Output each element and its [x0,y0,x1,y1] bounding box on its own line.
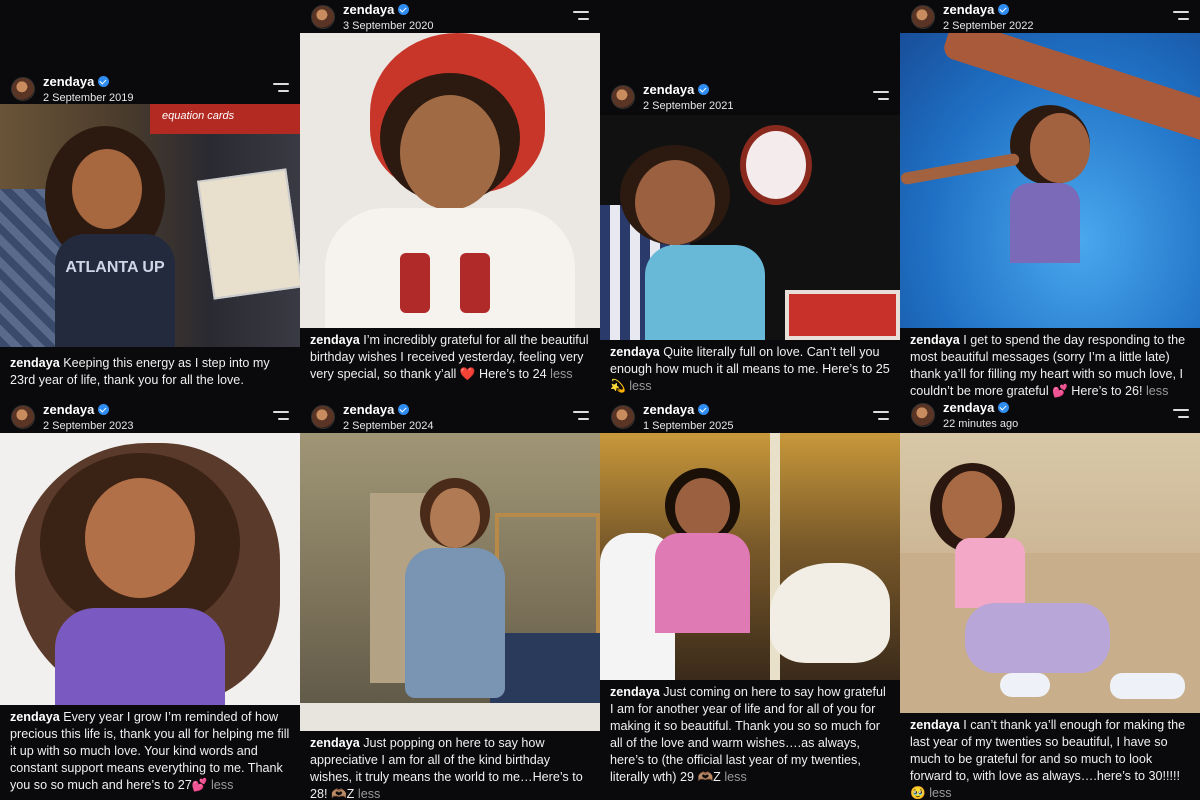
post-caption: zendaya I get to spend the day respondin… [910,333,1186,398]
post-2023: zendaya 2 September 2023 zendaya Every y… [0,400,300,800]
post-photo[interactable] [600,433,900,680]
outfit [645,245,765,340]
post-photo[interactable] [900,33,1200,328]
boot-print [460,253,490,313]
caption-username[interactable]: zendaya [310,736,360,750]
less-link[interactable]: less [550,367,572,381]
post-photo[interactable] [300,33,600,328]
username[interactable]: zendaya [943,400,994,415]
caption-username[interactable]: zendaya [10,356,60,370]
less-link[interactable]: less [1146,384,1168,398]
carousel-horse [770,563,890,663]
plate [740,125,812,205]
plaid-pants [965,603,1110,673]
post-photo[interactable]: equation cards ATLANTA UP [0,104,300,347]
username[interactable]: zendaya [643,82,694,97]
post-date: 2 September 2023 [43,420,134,432]
post-photo[interactable] [300,433,600,731]
more-options-icon[interactable] [573,411,589,421]
post-2021: zendaya 2 September 2021 zendaya Quite l… [600,72,900,400]
post-date: 2 September 2022 [943,20,1034,32]
sneaker [1000,673,1050,697]
username[interactable]: zendaya [43,402,94,417]
more-options-icon[interactable] [1173,409,1189,419]
post-2020: zendaya 3 September 2020 zendaya I’m inc… [300,0,600,400]
avatar[interactable] [611,405,635,429]
verified-badge-icon [98,76,110,87]
pink-jacket [655,533,750,633]
post-caption: zendaya I can’t thank ya’ll enough for m… [910,718,1186,800]
sneaker [1110,673,1185,699]
swimsuit [1010,183,1080,263]
avatar[interactable] [911,5,935,29]
verified-badge-icon [98,404,110,415]
post-latest: zendaya 22 minutes ago zendaya I can’t t… [900,400,1200,800]
post-date: 2 September 2021 [643,100,734,112]
less-link[interactable]: less [358,787,380,800]
post-date: 3 September 2020 [343,20,434,32]
username[interactable]: zendaya [643,402,694,417]
username[interactable]: zendaya [43,74,94,89]
verified-badge-icon [398,404,410,415]
caption-username[interactable]: zendaya [610,345,660,359]
username[interactable]: zendaya [343,402,394,417]
post-photo[interactable] [900,433,1200,713]
less-link[interactable]: less [724,770,746,784]
post-photo[interactable] [600,115,900,340]
verified-badge-icon [998,4,1010,15]
caption-username[interactable]: zendaya [10,710,60,724]
post-2025: zendaya 1 September 2025 zendaya Just co… [600,400,900,800]
boot-print [400,253,430,313]
verified-badge-icon [698,404,710,415]
jersey: ATLANTA UP [55,234,175,347]
post-date: 22 minutes ago [943,418,1019,430]
post-2022: zendaya 2 September 2022 zendaya I get t… [900,0,1200,400]
avatar[interactable] [11,405,35,429]
more-options-icon[interactable] [873,91,889,101]
more-options-icon[interactable] [573,11,589,21]
verified-badge-icon [998,402,1010,413]
username[interactable]: zendaya [943,2,994,17]
post-caption: zendaya Just popping on here to say how … [310,736,583,800]
white-shirt [325,208,575,328]
caption-username[interactable]: zendaya [610,685,660,699]
tray [785,290,900,340]
post-date: 2 September 2019 [43,92,134,104]
caption-username[interactable]: zendaya [910,718,960,732]
more-options-icon[interactable] [273,83,289,93]
avatar[interactable] [11,77,35,101]
pink-top [955,538,1025,608]
post-photo[interactable] [0,433,300,705]
post-date: 2 September 2024 [343,420,434,432]
less-link[interactable]: less [629,379,651,393]
more-options-icon[interactable] [1173,11,1189,21]
post-caption: zendaya Just coming on here to say how g… [610,685,886,784]
post-caption: zendaya Keeping this energy as I step in… [10,356,270,387]
post-caption: zendaya Quite literally full on love. Ca… [610,345,890,393]
caption-username[interactable]: zendaya [910,333,960,347]
post-caption: zendaya I’m incredibly grateful for all … [310,333,589,381]
more-options-icon[interactable] [273,411,289,421]
post-caption: zendaya Every year I grow I’m reminded o… [10,710,290,792]
username[interactable]: zendaya [343,2,394,17]
verified-badge-icon [698,84,710,95]
caption-username[interactable]: zendaya [310,333,360,347]
less-link[interactable]: less [929,786,951,800]
avatar[interactable] [611,85,635,109]
avatar[interactable] [311,5,335,29]
floral-dress [405,548,505,698]
picture-book [197,168,300,300]
post-2024: zendaya 2 September 2024 zendaya Just po… [300,400,600,800]
less-link[interactable]: less [211,778,233,792]
post-2019: zendaya 2 September 2019 equation cards … [0,62,300,400]
more-options-icon[interactable] [873,411,889,421]
sign-banner: equation cards [150,104,300,134]
post-header: zendaya 2 September 2021 [600,80,900,120]
verified-badge-icon [398,4,410,15]
post-date: 1 September 2025 [643,420,734,432]
avatar[interactable] [311,405,335,429]
floral-outfit [55,608,225,705]
avatar[interactable] [911,403,935,427]
bed-sheet [300,703,600,731]
